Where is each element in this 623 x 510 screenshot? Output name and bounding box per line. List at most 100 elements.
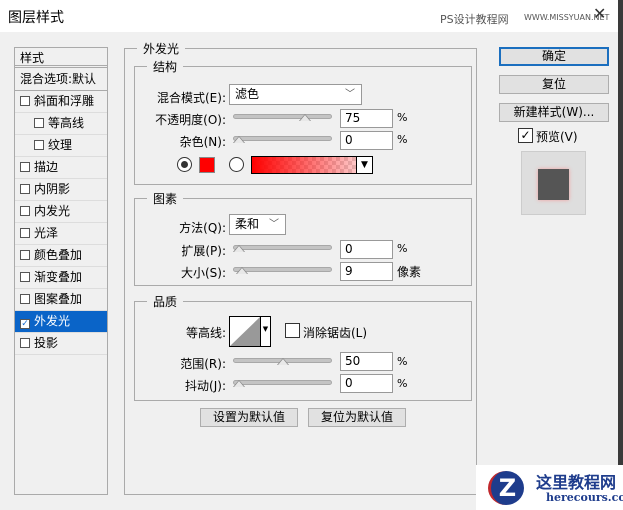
- opacity-thumb[interactable]: [299, 114, 311, 121]
- close-icon[interactable]: ✕: [593, 4, 606, 23]
- technique-select[interactable]: 柔和 ﹀: [229, 214, 286, 235]
- style-item[interactable]: 投影: [15, 333, 107, 355]
- watermark-site: PS设计教程网: [440, 13, 509, 26]
- jitter-slider[interactable]: [233, 380, 332, 385]
- style-item[interactable]: 内阴影: [15, 179, 107, 201]
- style-item[interactable]: 颜色叠加: [15, 245, 107, 267]
- checkbox[interactable]: [20, 272, 30, 282]
- style-item[interactable]: ✓ 外发光: [15, 311, 107, 333]
- noise-slider[interactable]: [233, 136, 332, 141]
- glow-color-swatch[interactable]: [199, 157, 215, 173]
- gradient-picker[interactable]: ▼: [251, 156, 373, 174]
- checkbox[interactable]: [20, 250, 30, 260]
- opacity-input[interactable]: 75: [340, 109, 393, 128]
- gradient-radio[interactable]: [229, 157, 244, 172]
- style-item[interactable]: 描边: [15, 157, 107, 179]
- preview-checkbox[interactable]: ✓: [518, 128, 533, 143]
- style-item-label: 描边: [34, 160, 59, 174]
- range-unit: %: [397, 355, 408, 368]
- blend-mode-label: 混合模式(E):: [157, 91, 226, 105]
- new-style-button[interactable]: 新建样式(W)...: [499, 103, 609, 122]
- checkbox[interactable]: [20, 162, 30, 172]
- blend-mode-select[interactable]: 滤色 ﹀: [229, 84, 362, 105]
- quality-title: 品质: [153, 295, 178, 309]
- style-item[interactable]: 渐变叠加: [15, 267, 107, 289]
- dropdown-arrow-icon[interactable]: ▼: [260, 317, 270, 346]
- checkbox[interactable]: [34, 118, 44, 128]
- dropdown-arrow-icon[interactable]: ▼: [356, 157, 372, 173]
- style-item-label: 纹理: [48, 138, 73, 152]
- spread-input[interactable]: 0: [340, 240, 393, 259]
- style-preview: [521, 151, 586, 215]
- range-input[interactable]: 50: [340, 352, 393, 371]
- range-label: 范围(R):: [180, 357, 226, 371]
- elements-title: 图素: [153, 192, 178, 206]
- chevron-down-icon: ﹀: [269, 219, 279, 230]
- spread-label: 扩展(P):: [181, 244, 226, 258]
- preview-label: 预览(V): [536, 130, 578, 144]
- spread-thumb[interactable]: [233, 245, 245, 252]
- reset-default-button[interactable]: 复位为默认值: [308, 408, 406, 427]
- jitter-thumb[interactable]: [233, 380, 245, 387]
- contour-preview-icon: [230, 317, 260, 346]
- dialog-title: 图层样式: [8, 10, 64, 26]
- contour-picker[interactable]: ▼: [229, 316, 271, 347]
- checkbox[interactable]: [20, 206, 30, 216]
- opacity-unit: %: [397, 111, 408, 124]
- style-item[interactable]: 纹理: [15, 135, 107, 157]
- anti-alias-label: 消除锯齿(L): [303, 326, 368, 340]
- style-item-label: 光泽: [34, 226, 59, 240]
- solid-color-radio[interactable]: [177, 157, 192, 172]
- checkbox[interactable]: [20, 294, 30, 304]
- spread-slider[interactable]: [233, 245, 332, 250]
- opacity-slider[interactable]: [233, 114, 332, 119]
- style-item-label: 渐变叠加: [34, 270, 83, 284]
- size-label: 大小(S):: [180, 266, 226, 280]
- outer-glow-title: 外发光: [143, 42, 180, 56]
- style-item[interactable]: 图案叠加: [15, 289, 107, 311]
- structure-title: 结构: [153, 60, 178, 74]
- noise-input[interactable]: 0: [340, 131, 393, 150]
- checkbox[interactable]: [20, 228, 30, 238]
- styles-header[interactable]: 样式: [15, 48, 107, 68]
- technique-label: 方法(Q):: [179, 221, 226, 235]
- chevron-down-icon: ﹀: [345, 89, 355, 100]
- size-thumb[interactable]: [236, 267, 249, 274]
- spread-unit: %: [397, 242, 408, 255]
- style-item[interactable]: 等高线: [15, 113, 107, 135]
- styles-list: 样式 混合选项:默认 斜面和浮雕等高线纹理描边内阴影内发光光泽颜色叠加渐变叠加图…: [14, 47, 108, 495]
- checkbox[interactable]: [20, 184, 30, 194]
- make-default-button[interactable]: 设置为默认值: [200, 408, 298, 427]
- jitter-input[interactable]: 0: [340, 374, 393, 393]
- style-item[interactable]: 光泽: [15, 223, 107, 245]
- checkbox[interactable]: ✓: [20, 319, 30, 329]
- ok-button[interactable]: 确定: [499, 47, 609, 66]
- style-item-label: 内阴影: [34, 182, 71, 196]
- style-item-label: 等高线: [48, 116, 85, 130]
- style-item[interactable]: 斜面和浮雕: [15, 91, 107, 113]
- checkbox[interactable]: [20, 338, 30, 348]
- size-input[interactable]: 9: [340, 262, 393, 281]
- size-unit: 像素: [397, 265, 422, 279]
- style-item[interactable]: 内发光: [15, 201, 107, 223]
- noise-thumb[interactable]: [233, 136, 245, 143]
- opacity-label: 不透明度(O):: [155, 113, 226, 127]
- style-item-label: 投影: [34, 336, 59, 350]
- contour-label: 等高线:: [185, 326, 226, 340]
- logo-z-icon: Z: [488, 471, 524, 505]
- style-item-label: 斜面和浮雕: [34, 94, 95, 108]
- checkbox[interactable]: [20, 96, 30, 106]
- anti-alias-checkbox[interactable]: [285, 323, 300, 338]
- range-thumb[interactable]: [277, 358, 289, 365]
- window-edge: [618, 0, 623, 510]
- preview-swatch: [538, 169, 569, 200]
- jitter-unit: %: [397, 377, 408, 390]
- checkbox[interactable]: [34, 140, 44, 150]
- style-item-label: 内发光: [34, 204, 71, 218]
- technique-value: 柔和: [235, 217, 260, 231]
- style-item-label: 外发光: [34, 314, 71, 328]
- blend-mode-value: 滤色: [235, 87, 260, 101]
- style-item-label: 图案叠加: [34, 292, 83, 306]
- reset-button[interactable]: 复位: [499, 75, 609, 94]
- blend-options-item[interactable]: 混合选项:默认: [15, 69, 107, 91]
